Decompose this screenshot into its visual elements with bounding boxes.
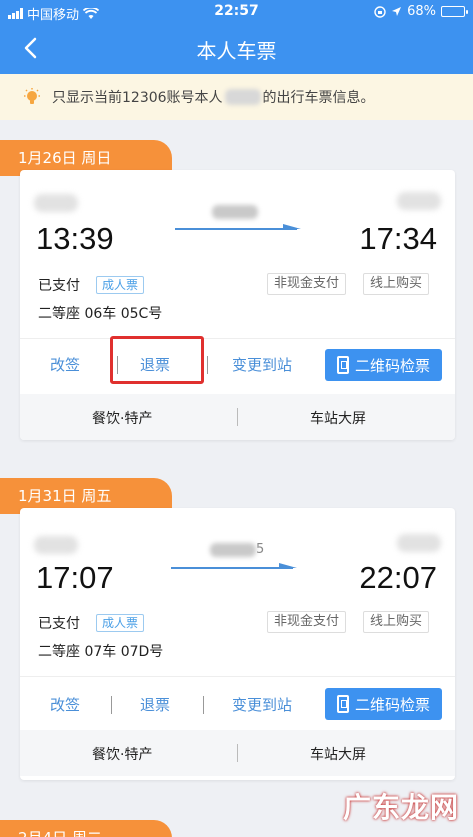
qr-button-label: 二维码检票 — [354, 356, 430, 375]
page-title: 本人车票 — [196, 39, 277, 63]
train-number — [212, 204, 258, 220]
payment-method-tag: 非现金支付 — [267, 611, 347, 633]
nav-bar: 本人车票 — [0, 24, 473, 74]
payment-status: 已支付 — [38, 278, 80, 294]
train-number-suffix: 5 — [256, 542, 265, 557]
food-specialty-link[interactable]: 餐饮·特产 — [92, 744, 152, 764]
payment-method-tag: 非现金支付 — [267, 273, 347, 295]
lightbulb-icon — [24, 88, 40, 104]
phone-icon — [336, 695, 349, 713]
footer-separator — [237, 744, 238, 762]
ticket-date-tab: 2月4日 周二 — [0, 820, 172, 837]
notice-banner: 只显示当前12306账号本人 的出行车票信息。 — [0, 74, 473, 120]
watermark-logo: 广东龙网 — [342, 791, 459, 824]
action-separator — [203, 696, 204, 714]
notice-text-before: 只显示当前12306账号本人 — [52, 90, 223, 106]
seat-info: 二等座 07车 07D号 — [38, 644, 164, 660]
redacted-name — [224, 89, 261, 105]
depart-time: 17:07 — [36, 560, 114, 595]
direction-arrow-icon — [175, 224, 301, 230]
departure-station — [34, 194, 78, 212]
station-screen-link[interactable]: 车站大屏 — [310, 744, 366, 764]
card-footer: 餐饮·特产 车站大屏 — [20, 730, 455, 776]
purchase-channel-tag: 线上购买 — [363, 273, 430, 295]
status-bar: 中国移动 22:57 68% — [0, 0, 473, 24]
departure-station — [34, 536, 78, 554]
payment-status: 已支付 — [38, 616, 80, 632]
refund-button[interactable]: 退票 — [140, 694, 170, 715]
card-divider — [20, 338, 455, 339]
rotation-lock-icon — [374, 5, 386, 18]
change-station-button[interactable]: 变更到站 — [232, 694, 292, 715]
location-icon — [392, 7, 402, 16]
station-screen-link[interactable]: 车站大屏 — [310, 408, 366, 428]
change-station-button[interactable]: 变更到站 — [232, 354, 292, 375]
qr-check-in-button[interactable]: 二维码检票 — [325, 688, 442, 720]
qr-check-in-button[interactable]: 二维码检票 — [325, 349, 442, 381]
direction-arrow-icon — [171, 563, 297, 569]
ticket-card[interactable]: 5 17:07 22:07 已支付 成人票 非现金支付 线上购买 二等座 07车… — [20, 508, 455, 780]
battery-percent: 68% — [407, 4, 436, 19]
card-footer: 餐饮·特产 车站大屏 — [20, 394, 455, 440]
ticket-type-badge: 成人票 — [96, 614, 145, 632]
food-specialty-link[interactable]: 餐饮·特产 — [92, 408, 152, 428]
arrive-time: 17:34 — [359, 221, 437, 256]
train-number: 5 — [210, 542, 264, 558]
action-separator — [207, 356, 208, 374]
ticket-type-badge: 成人票 — [96, 276, 145, 294]
action-separator — [111, 696, 112, 714]
seat-info: 二等座 06车 05C号 — [38, 306, 163, 322]
notice-text-after: 的出行车票信息。 — [262, 90, 375, 106]
qr-button-label: 二维码检票 — [354, 695, 430, 714]
arrival-station — [397, 192, 441, 210]
depart-time: 13:39 — [36, 221, 114, 256]
ticket-card[interactable]: 13:39 17:34 已支付 成人票 非现金支付 线上购买 二等座 06车 0… — [20, 170, 455, 440]
card-divider — [20, 676, 455, 677]
arrival-station — [397, 534, 441, 552]
refund-highlight-box — [110, 336, 204, 384]
arrive-time: 22:07 — [359, 560, 437, 595]
phone-icon — [336, 356, 349, 374]
footer-separator — [237, 408, 238, 426]
change-ticket-button[interactable]: 改签 — [50, 694, 80, 715]
change-ticket-button[interactable]: 改签 — [50, 354, 80, 375]
purchase-channel-tag: 线上购买 — [363, 611, 430, 633]
battery-icon — [441, 6, 468, 17]
